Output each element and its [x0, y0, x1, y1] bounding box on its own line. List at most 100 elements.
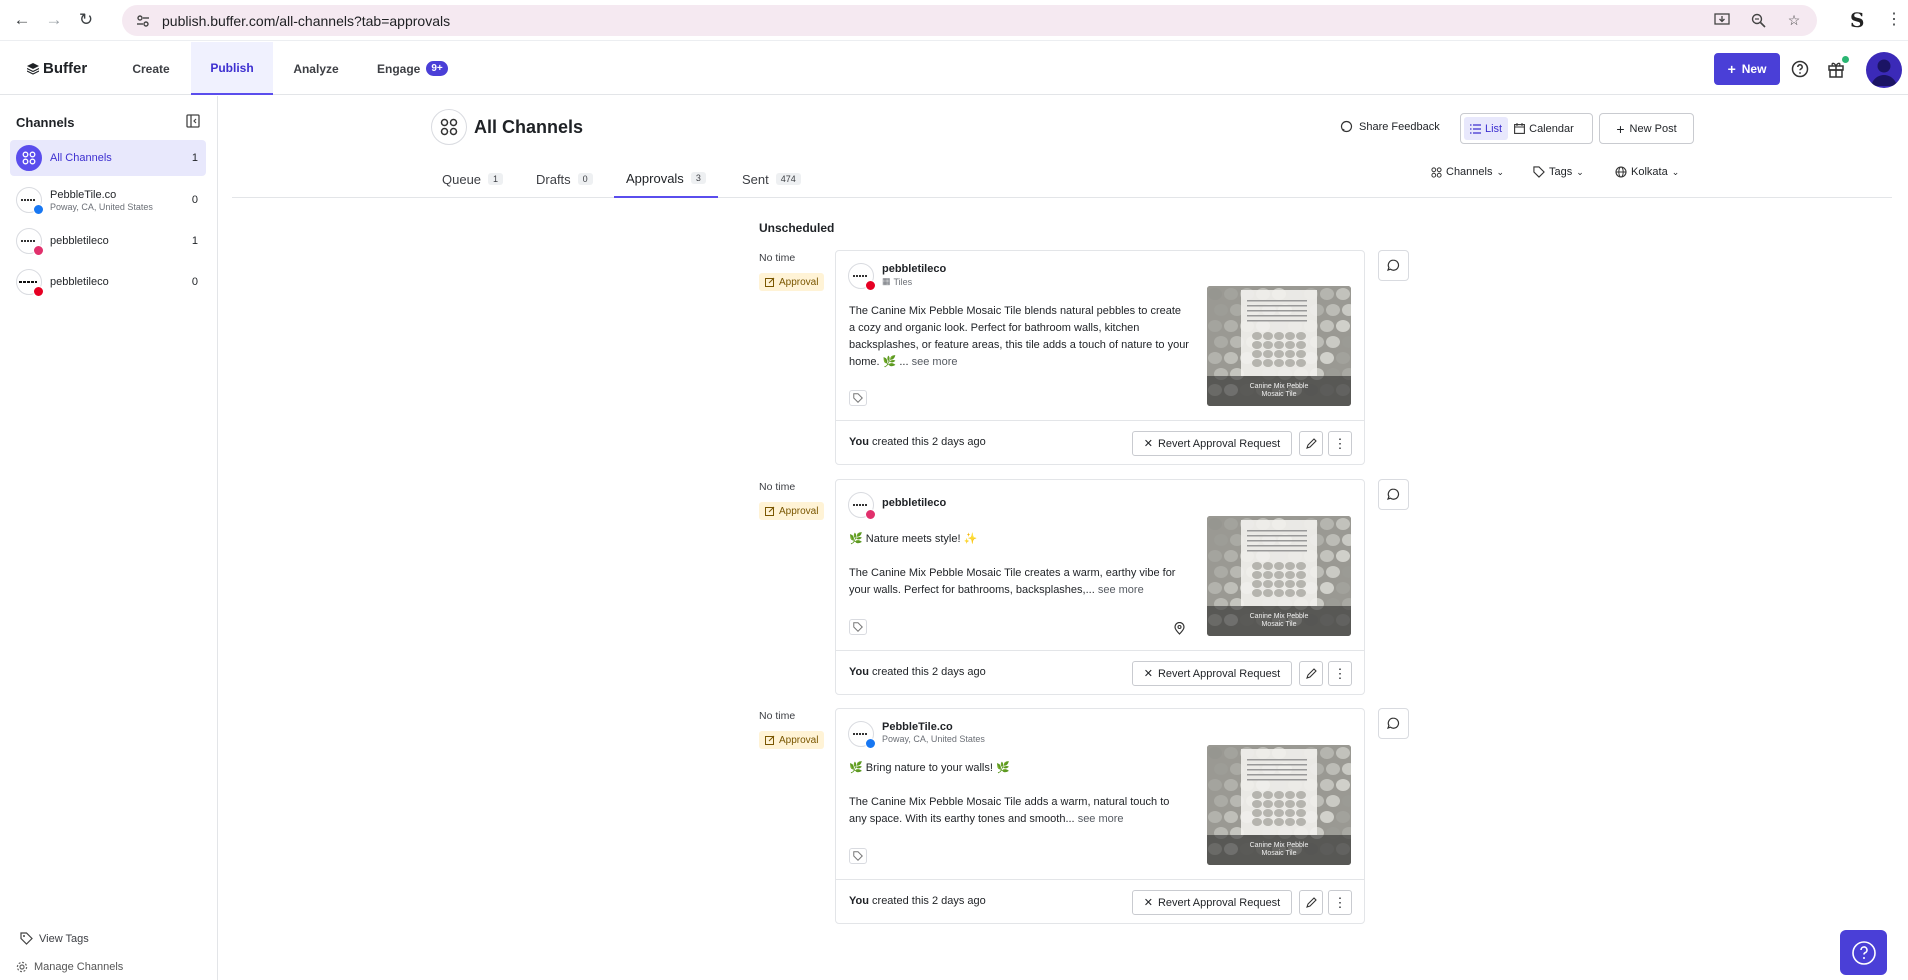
tab-approvals[interactable]: Approvals 3: [614, 160, 718, 198]
post-image[interactable]: Canine Mix Pebble Mosaic Tile: [1207, 286, 1351, 406]
list-view-button[interactable]: List: [1464, 117, 1509, 140]
revert-approval-button[interactable]: ✕ Revert Approval Request: [1132, 890, 1292, 915]
channel-avatar: [848, 721, 876, 749]
section-unscheduled: Unscheduled: [759, 221, 835, 235]
url-text[interactable]: publish.buffer.com/all-channels?tab=appr…: [162, 13, 450, 29]
image-caption: Canine Mix Pebble Mosaic Tile: [1249, 613, 1309, 628]
post-headline: 🌿 Nature meets style! ✨: [849, 533, 978, 545]
created-info: You created this 2 days ago: [849, 436, 986, 448]
nav-tab-publish[interactable]: Publish: [191, 42, 273, 95]
channel-avatar: [16, 269, 44, 297]
channels-grid-icon: [1431, 166, 1442, 178]
pencil-icon: [1305, 897, 1317, 908]
help-icon[interactable]: [1790, 59, 1810, 79]
site-info-icon[interactable]: [136, 14, 150, 28]
image-caption: Canine Mix Pebble Mosaic Tile: [1249, 383, 1309, 398]
revert-approval-button[interactable]: ✕ Revert Approval Request: [1132, 661, 1292, 686]
buffer-logo[interactable]: Buffer: [27, 60, 87, 77]
page-title: All Channels: [474, 117, 584, 137]
bookmark-star-icon[interactable]: ☆: [1785, 11, 1803, 29]
tab-drafts[interactable]: Drafts 0: [536, 160, 593, 198]
comment-button[interactable]: [1378, 250, 1409, 281]
notification-dot: [1842, 56, 1849, 63]
user-avatar[interactable]: [1866, 52, 1902, 88]
post-channel-name: pebbletileco: [882, 497, 947, 509]
more-options-button[interactable]: ⋮: [1328, 890, 1352, 915]
tab-count: 474: [775, 173, 801, 185]
browser-menu-icon[interactable]: ⋮: [1886, 9, 1902, 29]
more-options-button[interactable]: ⋮: [1328, 431, 1352, 456]
browser-toolbar: ← → ↻ publish.buffer.com/all-channels?ta…: [0, 0, 1908, 41]
plus-icon: +: [1727, 61, 1736, 77]
more-options-button[interactable]: ⋮: [1328, 661, 1352, 686]
nav-tab-create[interactable]: Create: [115, 42, 187, 95]
calendar-view-button[interactable]: Calendar: [1508, 117, 1580, 140]
add-tag-button[interactable]: [849, 619, 867, 635]
comment-icon: [1387, 488, 1400, 500]
post-time: No time: [759, 481, 796, 493]
post-headline: 🌿 Bring nature to your walls! 🌿: [849, 762, 1010, 774]
channel-avatar: [16, 187, 44, 215]
tab-queue[interactable]: Queue 1: [442, 160, 504, 198]
collapse-sidebar-icon[interactable]: [186, 114, 200, 128]
manage-channels-link[interactable]: Manage Channels: [16, 961, 123, 973]
add-tag-button[interactable]: [849, 390, 867, 406]
comment-button[interactable]: [1378, 708, 1409, 739]
nav-tab-engage[interactable]: Engage 9+: [359, 42, 448, 95]
forward-icon[interactable]: →: [40, 6, 68, 34]
gear-icon: [16, 961, 28, 973]
new-post-button[interactable]: + New Post: [1599, 113, 1694, 144]
location-pin-icon: [1174, 622, 1185, 635]
see-more-link[interactable]: see more: [1078, 813, 1124, 825]
tags-filter[interactable]: Tags ⌄: [1533, 166, 1584, 178]
post-footer: You created this 2 days ago ✕ Revert Appr…: [836, 879, 1364, 924]
post-card: pebbletileco ▦ Tiles The Canine Mix Pebbl…: [835, 250, 1365, 465]
help-icon: [1851, 940, 1876, 965]
install-app-icon[interactable]: [1713, 11, 1731, 29]
revert-approval-button[interactable]: ✕ Revert Approval Request: [1132, 431, 1292, 456]
sidebar-item-pebbletileco-instagram[interactable]: pebbletileco 1: [10, 223, 206, 259]
edit-button[interactable]: [1299, 890, 1323, 915]
channels-filter[interactable]: Channels ⌄: [1431, 166, 1504, 178]
edit-button[interactable]: [1299, 661, 1323, 686]
post-image[interactable]: Canine Mix Pebble Mosaic Tile: [1207, 745, 1351, 865]
image-caption: Canine Mix Pebble Mosaic Tile: [1249, 842, 1309, 857]
sidebar-item-pebbletile-facebook[interactable]: PebbleTile.co Poway, CA, United States 0: [10, 182, 206, 218]
timezone-filter[interactable]: Kolkata ⌄: [1615, 166, 1679, 178]
address-bar[interactable]: publish.buffer.com/all-channels?tab=appr…: [122, 5, 1817, 36]
sidebar-item-pebbletileco-pinterest[interactable]: pebbletileco 0: [10, 264, 206, 300]
instagram-icon: [865, 509, 876, 520]
chevron-down-icon: ⌄: [1576, 166, 1584, 177]
post-card: PebbleTile.co Poway, CA, United States 🌿…: [835, 708, 1365, 924]
see-more-link[interactable]: see more: [1098, 584, 1144, 596]
back-icon[interactable]: ←: [8, 6, 36, 34]
see-more-link[interactable]: see more: [912, 356, 958, 368]
view-tags-link[interactable]: View Tags: [20, 932, 89, 945]
tab-sent[interactable]: Sent 474: [742, 160, 801, 198]
channel-count: 0: [191, 194, 198, 206]
feedback-icon: [1340, 120, 1353, 133]
share-feedback-button[interactable]: Share Feedback: [1340, 120, 1440, 133]
chevron-down-icon: ⌄: [1671, 166, 1680, 177]
post-channel-name: pebbletileco: [882, 263, 947, 275]
post-header: pebbletileco: [848, 492, 947, 520]
comment-button[interactable]: [1378, 479, 1409, 510]
channel-count: 0: [191, 276, 198, 288]
approval-badge: Approval: [759, 731, 825, 749]
new-button[interactable]: + New: [1714, 53, 1780, 85]
zoom-icon[interactable]: [1749, 11, 1767, 29]
add-tag-button[interactable]: [849, 848, 867, 864]
tag-icon: [20, 932, 33, 945]
post-footer: You created this 2 days ago ✕ Revert Appr…: [836, 650, 1364, 695]
edit-button[interactable]: [1299, 431, 1323, 456]
approval-badge: Approval: [759, 273, 825, 291]
nav-tab-analyze[interactable]: Analyze: [273, 42, 359, 95]
tab-count: 0: [577, 173, 593, 185]
help-chat-button[interactable]: [1840, 930, 1887, 975]
browser-profile-icon[interactable]: S: [1850, 8, 1874, 32]
sidebar-item-all-channels[interactable]: All Channels 1: [10, 140, 206, 176]
post-image[interactable]: Canine Mix Pebble Mosaic Tile: [1207, 516, 1351, 636]
chevron-down-icon: ⌄: [1496, 166, 1505, 177]
post-footer: You created this 2 days ago ✕ Revert Appr…: [836, 420, 1364, 465]
reload-icon[interactable]: ↻: [72, 6, 100, 34]
